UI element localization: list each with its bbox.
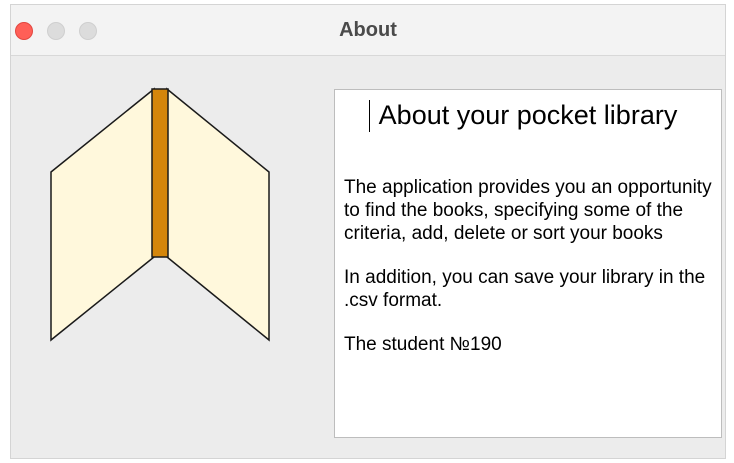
book-left-page [50, 87, 155, 342]
about-paragraph-2: In addition, you can save your library i… [344, 267, 706, 311]
window-title: About [339, 19, 397, 41]
about-description: The application provides you an opportun… [344, 176, 716, 377]
title-bar: About [11, 5, 725, 56]
book-spine [151, 88, 169, 258]
book-right-page [166, 87, 270, 342]
about-paragraph-3: The student №190 [344, 334, 502, 355]
about-heading: About your pocket library [378, 100, 678, 130]
open-book-icon [50, 87, 270, 342]
about-text-area[interactable]: About your pocket library The applicatio… [334, 89, 722, 438]
about-paragraph-1: The application provides you an opportun… [344, 177, 712, 244]
about-window: About About your pocket library The appl… [10, 4, 726, 459]
